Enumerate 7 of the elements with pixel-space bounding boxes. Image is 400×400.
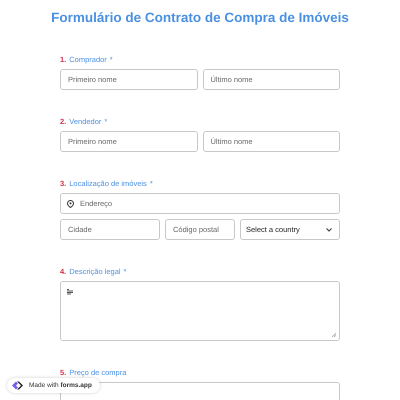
chevron-down-icon bbox=[326, 228, 332, 232]
diamond-logo-icon bbox=[11, 380, 24, 391]
text-lines-icon bbox=[67, 289, 73, 295]
location-pin-icon bbox=[67, 200, 74, 208]
form-title: Formulário de Contrato de Compra de Imóveis bbox=[50, 10, 350, 25]
text-area[interactable] bbox=[60, 281, 340, 341]
resize-handle-icon[interactable] bbox=[332, 333, 336, 337]
